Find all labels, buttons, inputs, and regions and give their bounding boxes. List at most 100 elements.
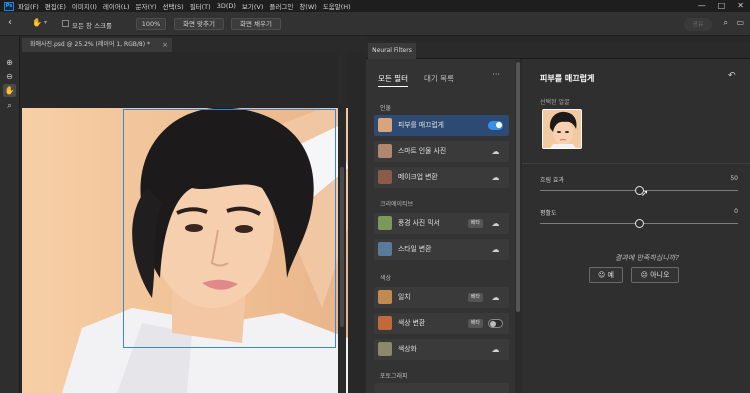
reset-icon[interactable]: ↶	[728, 71, 738, 81]
tab-all-filters[interactable]: 모든 필터	[378, 73, 408, 87]
fill-screen-button[interactable]: 화면 채우기	[231, 18, 281, 30]
menu-3d[interactable]: 3D(D)	[217, 2, 236, 10]
face-thumbnail-image	[543, 110, 581, 148]
face-selection-box[interactable]	[123, 109, 336, 348]
filter-label: 스타일 변환	[398, 245, 432, 253]
filter-thumbnail	[378, 118, 392, 132]
more-options-icon[interactable]: ···	[492, 70, 500, 79]
cloud-download-icon[interactable]: ☁	[490, 344, 501, 355]
zoom-in-icon[interactable]: ⊕	[3, 56, 16, 69]
cloud-download-icon[interactable]: ☁	[490, 146, 501, 157]
zoom-out-icon[interactable]: ⊖	[3, 70, 16, 83]
filter-thumbnail	[378, 170, 392, 184]
filter-label: 메이크업 변환	[398, 173, 438, 181]
settings-title: 피부를 매끄럽게	[540, 74, 595, 83]
zoom-100-button[interactable]: 100%	[136, 18, 166, 30]
skin-smoothing-toggle[interactable]	[488, 121, 503, 130]
menu-edit[interactable]: 편집(E)	[45, 1, 66, 11]
feedback-no-button[interactable]: ☹ 아니오	[631, 267, 679, 283]
filter-list-scroll-thumb[interactable]	[516, 62, 520, 312]
group-creative: 크리에이티브	[380, 201, 414, 208]
smoothness-slider-value[interactable]: 0	[734, 208, 738, 215]
filter-thumbnail	[378, 316, 392, 330]
menu-layer[interactable]: 레이어(L)	[103, 1, 130, 11]
filter-harmonization[interactable]: 일치 베타 ☁	[374, 287, 509, 308]
feedback-yes-button[interactable]: ☺ 예	[589, 267, 623, 283]
beta-badge: 베타	[467, 319, 483, 328]
neural-filters-list: 모든 필터 대기 목록 ··· 인물 피부를 매끄럽게 스마트 인물 사진 ☁ …	[366, 59, 521, 393]
smoothness-slider-label: 평활도	[540, 210, 557, 217]
document-tab[interactable]: 화애사진.psd @ 25.2% (레이어 1, RGB/8) * ×	[22, 38, 172, 52]
feedback-question: 결과에 만족하십니까?	[615, 254, 679, 262]
beta-badge: 베타	[467, 219, 483, 228]
filter-skin-smoothing[interactable]: 피부를 매끄럽게	[374, 115, 509, 136]
menu-filter[interactable]: 필터(T)	[190, 1, 211, 11]
menu-type[interactable]: 문자(Y)	[136, 1, 157, 11]
filter-label: 색상화	[398, 345, 417, 353]
filter-thumbnail	[378, 242, 392, 256]
filter-landscape-mixer[interactable]: 풍경 사진 믹서 베타 ☁	[374, 213, 509, 234]
options-bar: ‹ ✋ ▾ 모든 창 스크롤 100% 화면 맞추기 화면 채우기 공유 ⌕ ▭	[0, 12, 750, 36]
filter-partial-item[interactable]	[374, 383, 509, 393]
search-icon[interactable]: ⌕	[724, 18, 728, 28]
hand-tool-preset-icon[interactable]: ✋	[32, 18, 42, 27]
minimize-icon[interactable]: —	[698, 1, 706, 10]
close-tab-icon[interactable]: ×	[162, 38, 168, 52]
filter-label: 색상 변환	[398, 319, 426, 327]
cloud-download-icon[interactable]: ☁	[490, 172, 501, 183]
home-icon[interactable]: ‹	[8, 17, 12, 28]
menu-view[interactable]: 보기(V)	[242, 1, 263, 11]
filter-thumbnail	[378, 290, 392, 304]
selected-face-thumbnail[interactable]	[542, 109, 582, 149]
group-portrait: 인물	[380, 105, 392, 112]
filter-colorize[interactable]: 색상화 ☁	[374, 339, 509, 360]
maximize-icon[interactable]: □	[718, 1, 726, 10]
zoom-tool-icon[interactable]: ⌕	[3, 99, 16, 112]
color-transfer-toggle[interactable]	[488, 319, 503, 328]
menu-plugins[interactable]: 플러그인	[269, 1, 293, 11]
filter-smart-portrait[interactable]: 스마트 인물 사진 ☁	[374, 141, 509, 162]
canvas-scroll-thumb[interactable]	[340, 167, 344, 327]
menu-help[interactable]: 도움말(H)	[323, 1, 351, 11]
yes-label: 예	[607, 271, 614, 279]
canvas-area[interactable]	[20, 52, 360, 393]
fit-screen-button[interactable]: 화면 맞추기	[174, 18, 224, 30]
share-button[interactable]: 공유	[684, 18, 712, 31]
cursor-pointer-icon: ➚	[641, 189, 649, 199]
neural-filters-tab[interactable]: Neural Filters	[368, 43, 416, 59]
filter-style-transfer[interactable]: 스타일 변환 ☁	[374, 239, 509, 260]
preset-chevron-icon[interactable]: ▾	[44, 19, 47, 26]
cloud-download-icon[interactable]: ☁	[490, 244, 501, 255]
menu-bar: Ps 파일(F) 편집(E) 이미지(I) 레이어(L) 문자(Y) 선택(S)…	[0, 0, 750, 12]
blur-slider-label: 흐림 효과	[540, 177, 564, 184]
no-label: 아니오	[650, 271, 670, 279]
blur-slider-value[interactable]: 50	[730, 175, 738, 182]
panel-divider	[522, 163, 750, 164]
smoothness-slider-knob[interactable]	[635, 219, 644, 228]
close-window-icon[interactable]: ✕	[737, 1, 744, 10]
group-photography: 포토그래피	[380, 373, 408, 380]
tab-wait-list[interactable]: 대기 목록	[424, 73, 454, 84]
workspace-icon[interactable]: ▭	[736, 18, 744, 27]
filter-thumbnail	[378, 216, 392, 230]
filter-color-transfer[interactable]: 색상 변환 베타	[374, 313, 509, 334]
frown-icon: ☹	[640, 271, 651, 279]
skin-smoothing-settings: 피부를 매끄럽게 ↶ 선택된 얼굴 흐림 효과 50 ➚ 평활도 0 결과에 만…	[522, 59, 750, 393]
canvas-scrollbar[interactable]	[338, 52, 346, 393]
filter-label: 일치	[398, 293, 411, 301]
menu-window[interactable]: 창(W)	[299, 1, 316, 11]
cloud-download-icon[interactable]: ☁	[490, 292, 501, 303]
scroll-all-checkbox[interactable]	[62, 20, 69, 27]
hand-tool-icon[interactable]: ✋	[3, 84, 16, 97]
filter-label: 피부를 매끄럽게	[398, 121, 444, 129]
filter-label: 스마트 인물 사진	[398, 147, 447, 155]
menu-file[interactable]: 파일(F)	[18, 1, 39, 11]
group-color: 색상	[380, 275, 392, 282]
filter-thumbnail	[378, 144, 392, 158]
filter-label: 풍경 사진 믹서	[398, 219, 440, 227]
filter-makeup-transfer[interactable]: 메이크업 변환 ☁	[374, 167, 509, 188]
filter-list-scrollbar[interactable]	[515, 60, 521, 393]
cloud-download-icon[interactable]: ☁	[490, 218, 501, 229]
menu-image[interactable]: 이미지(I)	[72, 1, 97, 11]
menu-select[interactable]: 선택(S)	[163, 1, 184, 11]
